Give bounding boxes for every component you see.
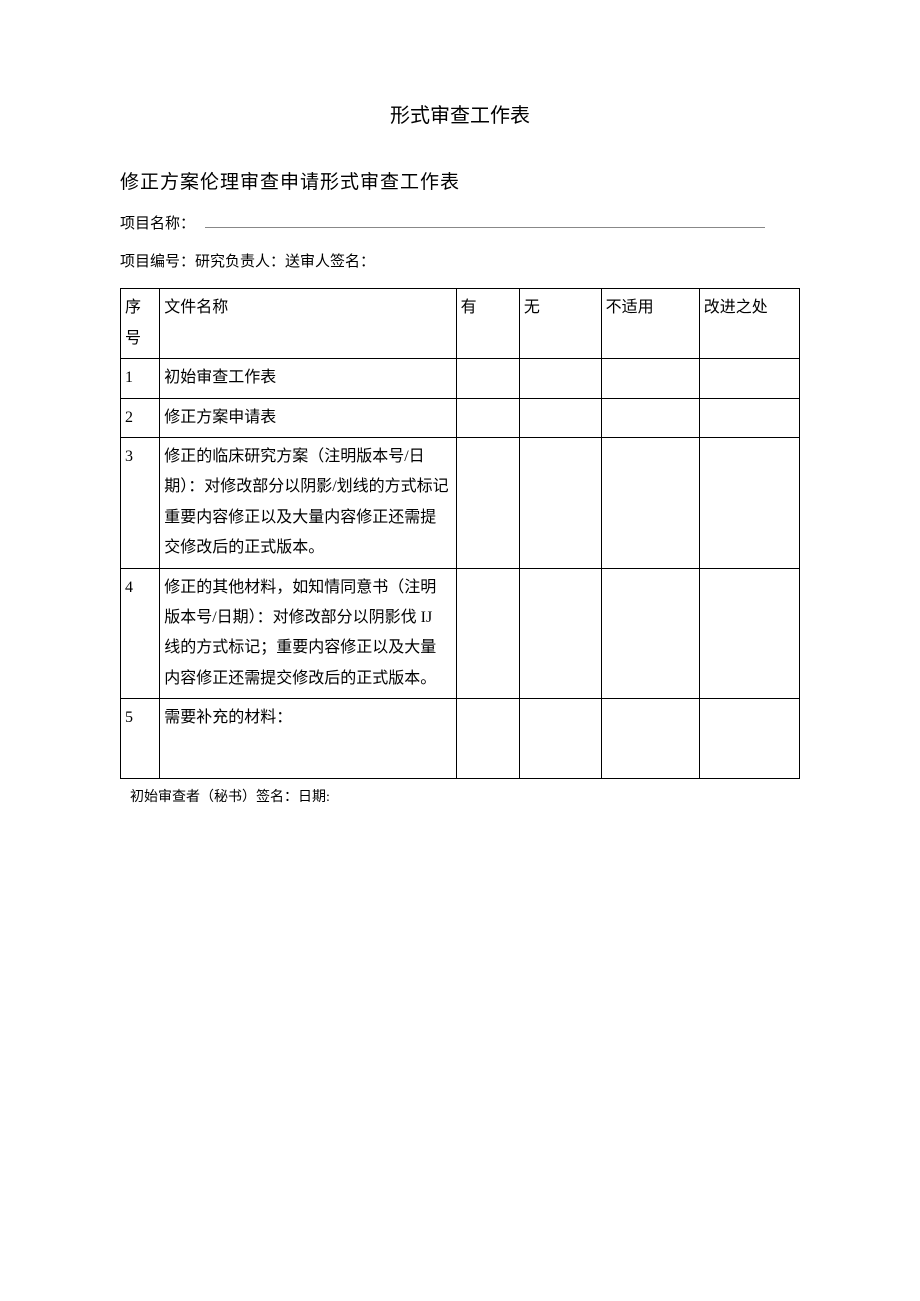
header-na: 不适用 [601,289,699,359]
cell-seq: 1 [121,359,160,398]
cell-yes [456,568,519,699]
cell-no [519,359,601,398]
table-row: 3 修正的临床研究方案（注明版本号/日期）：对修改部分以阴影/划线的方式标记 重… [121,437,800,568]
cell-yes [456,398,519,437]
cell-improve [699,398,799,437]
cell-improve [699,359,799,398]
table-header-row: 序号 文件名称 有 无 不适用 改进之处 [121,289,800,359]
section-title: 修正方案伦理审查申请形式审查工作表 [120,168,800,198]
cell-seq: 3 [121,437,160,568]
project-info-line: 项目编号：研究负责人：送审人签名： [120,250,800,274]
footer-signature-line: 初始审查者（秘书）签名：日期: [130,787,800,809]
page-title: 形式审查工作表 [120,100,800,132]
cell-no [519,699,601,779]
table-row: 4 修正的其他材料，如知情同意书（注明版本号/日期）：对修改部分以阴影伐 IJ … [121,568,800,699]
cell-na [601,699,699,779]
cell-seq: 5 [121,699,160,779]
cell-na [601,568,699,699]
cell-yes [456,359,519,398]
cell-improve [699,437,799,568]
cell-improve [699,699,799,779]
review-table: 序号 文件名称 有 无 不适用 改进之处 1 初始审查工作表 2 修正方案申请表… [120,288,800,779]
cell-no [519,437,601,568]
cell-name: 需要补充的材料： [160,699,456,779]
cell-na [601,359,699,398]
cell-improve [699,568,799,699]
header-improve: 改进之处 [699,289,799,359]
cell-no [519,398,601,437]
header-seq: 序号 [121,289,160,359]
cell-seq: 2 [121,398,160,437]
project-name-blank [205,214,765,228]
cell-name: 修正方案申请表 [160,398,456,437]
cell-na [601,398,699,437]
project-name-line: 项目名称： [120,212,800,236]
cell-name: 修正的临床研究方案（注明版本号/日期）：对修改部分以阴影/划线的方式标记 重要内… [160,437,456,568]
table-row: 2 修正方案申请表 [121,398,800,437]
cell-yes [456,699,519,779]
cell-name: 初始审查工作表 [160,359,456,398]
cell-name: 修正的其他材料，如知情同意书（注明版本号/日期）：对修改部分以阴影伐 IJ 线的… [160,568,456,699]
cell-no [519,568,601,699]
cell-seq: 4 [121,568,160,699]
header-yes: 有 [456,289,519,359]
table-row: 5 需要补充的材料： [121,699,800,779]
table-row: 1 初始审查工作表 [121,359,800,398]
cell-na [601,437,699,568]
project-name-label: 项目名称： [120,216,195,232]
header-filename: 文件名称 [160,289,456,359]
header-no: 无 [519,289,601,359]
cell-yes [456,437,519,568]
